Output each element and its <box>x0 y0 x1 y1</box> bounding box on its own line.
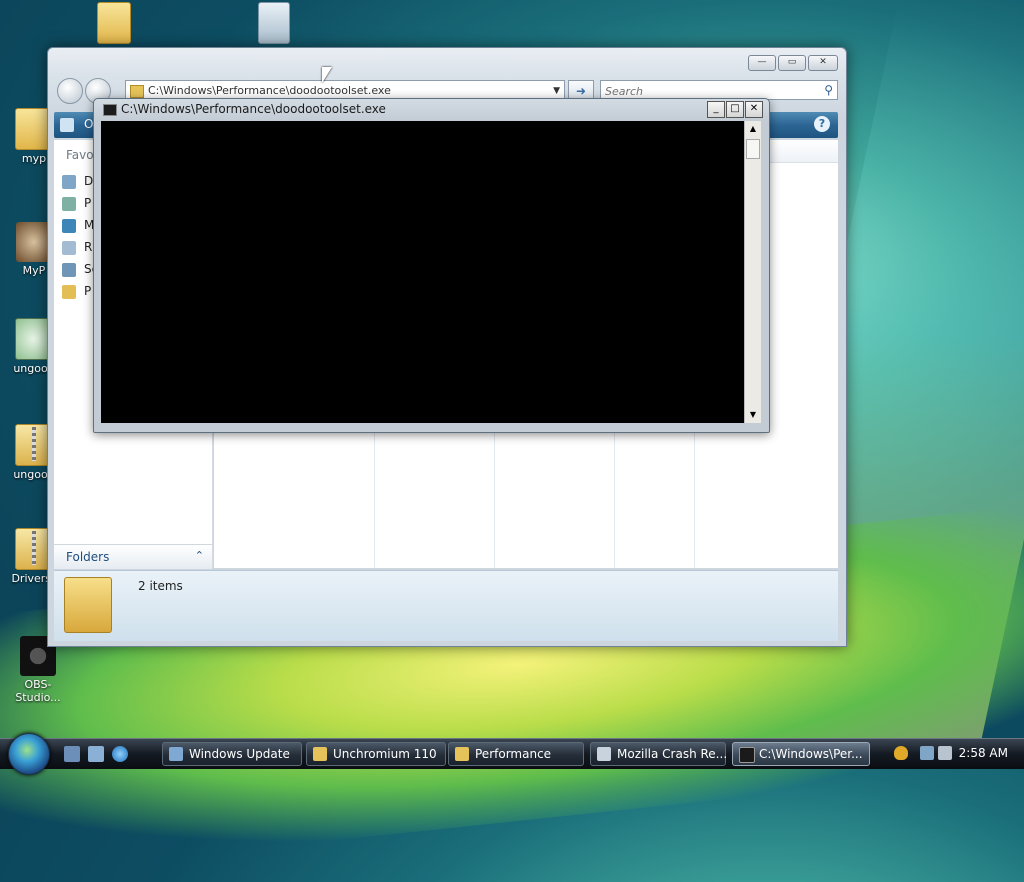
address-bar[interactable]: C:\Windows\Performance\doodootoolset.exe… <box>125 80 565 100</box>
searches-icon <box>62 263 76 277</box>
console-window-controls: _ □ ✕ <box>707 101 763 118</box>
folder-icon <box>97 2 131 44</box>
console-icon <box>103 104 117 116</box>
taskbar-item-label: Performance <box>475 747 552 761</box>
organize-icon <box>60 118 74 132</box>
volume-muted-icon[interactable] <box>938 746 952 760</box>
folder-icon <box>62 285 76 299</box>
switch-windows-icon[interactable] <box>88 746 104 762</box>
column-divider <box>494 432 495 568</box>
taskbar-item-label: Mozilla Crash Re... <box>617 747 728 761</box>
nav-item-label: R <box>84 240 93 254</box>
taskbar-item-windows-update[interactable]: Windows Update <box>162 742 302 766</box>
taskbar-item-performance[interactable]: Performance <box>448 742 584 766</box>
minimize-button[interactable]: _ <box>707 101 725 118</box>
folder-icon <box>455 747 469 761</box>
console-icon <box>739 747 755 763</box>
close-button[interactable]: ✕ <box>808 55 838 71</box>
address-text: C:\Windows\Performance\doodootoolset.exe <box>148 84 391 97</box>
scroll-down-icon[interactable]: ▼ <box>745 407 761 423</box>
taskbar: Windows Update Unchromium 110 Performanc… <box>0 733 1024 775</box>
desktop-icon-label: OBS-Studio... <box>15 678 61 704</box>
vertical-scrollbar[interactable]: ▲ ▼ <box>744 121 761 423</box>
taskbar-item-label: C:\Windows\Per... <box>759 747 863 761</box>
nav-item-label: D <box>84 174 94 188</box>
music-icon <box>62 219 76 233</box>
windows-update-icon <box>169 747 183 761</box>
folder-icon <box>313 747 327 761</box>
window-controls: — ▭ ✕ <box>748 55 838 71</box>
maximize-button[interactable]: ▭ <box>778 55 806 71</box>
desktop-icon-recycle-bin[interactable] <box>240 2 308 46</box>
maximize-button[interactable]: □ <box>726 101 744 118</box>
start-button[interactable] <box>8 733 50 775</box>
chevron-up-icon: ⌃ <box>194 549 204 562</box>
desktop-icon-folder[interactable] <box>80 2 148 46</box>
security-shield-icon[interactable] <box>894 746 908 760</box>
back-button[interactable] <box>57 78 83 104</box>
scroll-up-icon[interactable]: ▲ <box>745 121 761 137</box>
console-window[interactable]: C:\Windows\Performance\doodootoolset.exe… <box>93 98 770 433</box>
column-divider <box>614 432 615 568</box>
network-icon[interactable] <box>920 746 934 760</box>
show-desktop-icon[interactable] <box>64 746 80 762</box>
taskbar-item-label: Windows Update <box>189 747 290 761</box>
details-pane: 2 items <box>54 570 838 641</box>
help-icon[interactable]: ? <box>814 116 830 132</box>
item-count: 2 items <box>138 579 183 593</box>
documents-icon <box>62 175 76 189</box>
taskbar-item-console[interactable]: C:\Windows\Per... <box>732 742 870 766</box>
close-button[interactable]: ✕ <box>745 101 763 118</box>
column-divider <box>694 432 695 568</box>
console-title: C:\Windows\Performance\doodootoolset.exe <box>121 102 386 116</box>
app-window-icon <box>597 747 611 761</box>
column-divider <box>374 432 375 568</box>
minimize-button[interactable]: — <box>748 55 776 71</box>
folders-toggle[interactable]: Folders ⌃ <box>54 544 212 569</box>
recycle-bin-icon <box>258 2 290 44</box>
pictures-icon <box>62 197 76 211</box>
folder-icon <box>130 85 144 98</box>
taskbar-item-label: Unchromium 110 <box>333 747 437 761</box>
taskbar-item-mozilla-crash-reporter[interactable]: Mozilla Crash Re... <box>590 742 728 766</box>
nav-item-label: P <box>84 284 92 298</box>
system-tray: 2:58 AM <box>884 739 1024 769</box>
search-icon[interactable]: ⚲ <box>824 83 833 97</box>
recent-icon <box>62 241 76 255</box>
search-box[interactable]: ⚲ <box>600 80 838 101</box>
clock[interactable]: 2:58 AM <box>959 746 1008 760</box>
nav-item-label: P <box>84 196 92 210</box>
folder-icon <box>64 577 112 633</box>
taskbar-item-unchromium[interactable]: Unchromium 110 <box>306 742 446 766</box>
mouse-cursor-icon <box>322 67 332 83</box>
folders-label: Folders <box>66 550 110 564</box>
internet-explorer-icon[interactable] <box>112 746 128 762</box>
scroll-thumb[interactable] <box>746 139 760 159</box>
console-output[interactable] <box>101 121 744 423</box>
